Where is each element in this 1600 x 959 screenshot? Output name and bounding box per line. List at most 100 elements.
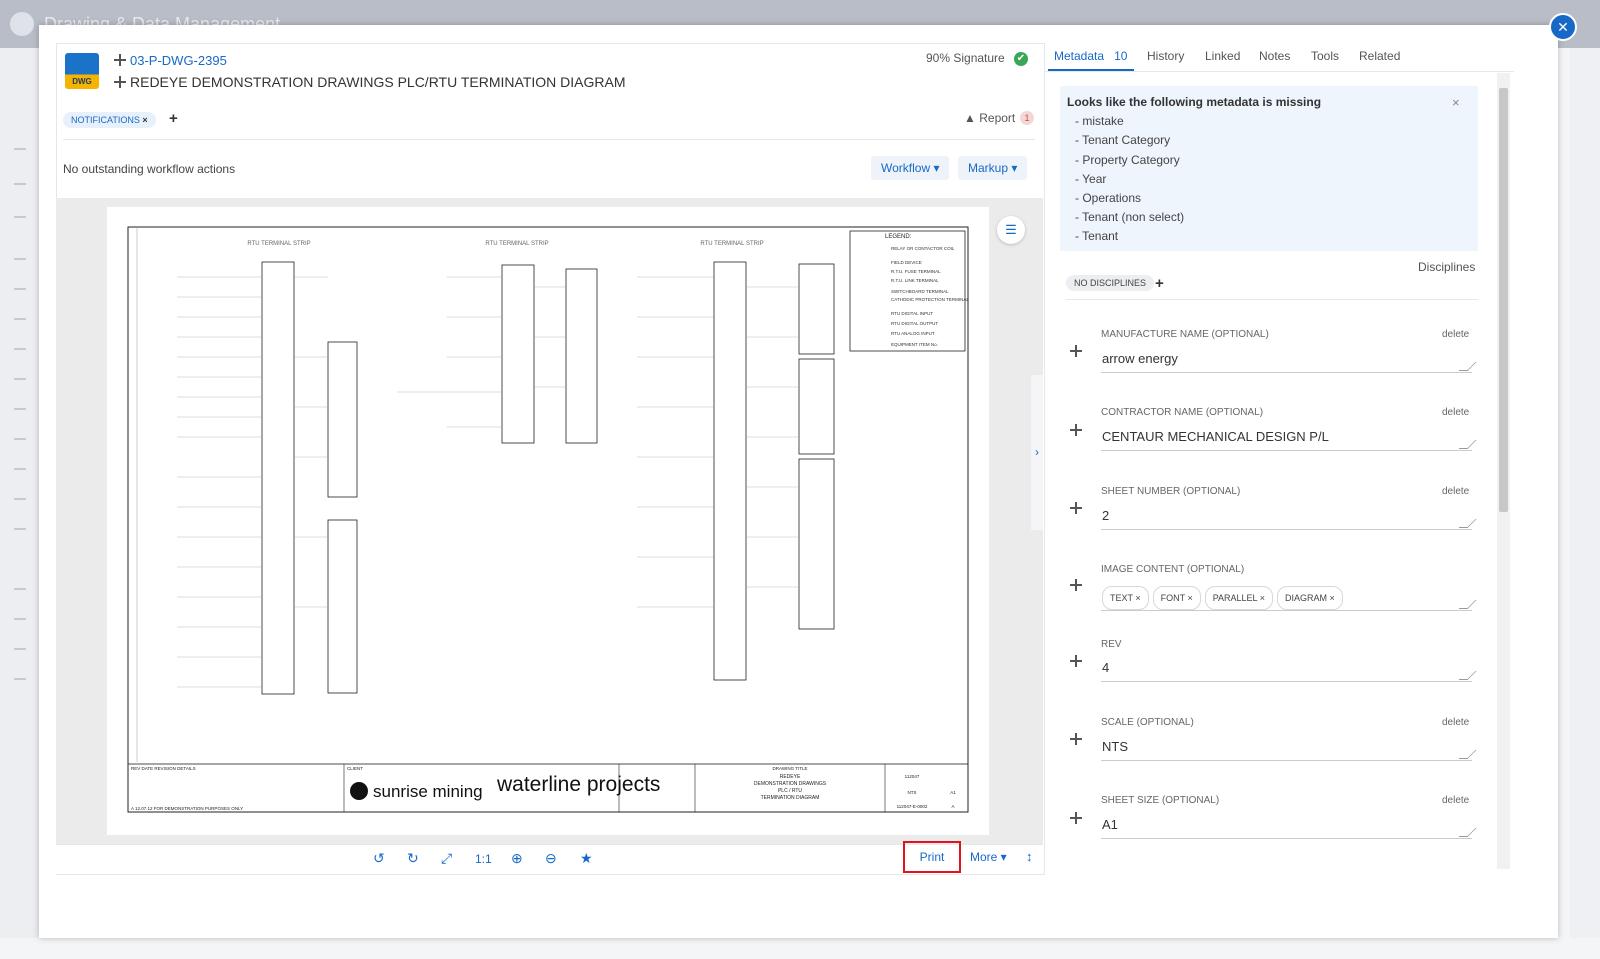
missing-item: - Tenant Category [1075,133,1171,147]
tab-metadata[interactable]: Metadata 10 [1054,49,1127,63]
add-tag-button[interactable]: + [169,110,178,127]
move-icon[interactable] [1070,345,1082,357]
sidebar-icon[interactable] [14,288,26,290]
move-icon[interactable] [1070,655,1082,667]
close-icon[interactable]: × [1452,95,1460,110]
report-button[interactable]: ▲ Report [964,111,1015,125]
sidebar-icon[interactable] [14,618,26,620]
sidebar-icon[interactable] [14,148,26,150]
contractor-name-field[interactable]: CENTAUR MECHANICAL DESIGN P/L [1101,428,1477,451]
zoom-in-icon[interactable]: ⊕ [511,850,523,867]
sidebar-icon[interactable] [14,528,26,530]
app-footer [0,938,1600,959]
move-icon[interactable] [1070,733,1082,745]
scale-field[interactable]: NTS [1101,738,1477,761]
delete-link[interactable]: delete [1442,329,1469,340]
chevron-right-icon[interactable]: › [1031,375,1043,530]
sidebar-icon[interactable] [14,468,26,470]
move-icon[interactable] [1070,812,1082,824]
sidebar-icon[interactable] [14,183,26,185]
print-button[interactable]: Print [903,841,961,873]
divider [1066,299,1478,300]
drawing-sheet[interactable]: RTU TERMINAL STRIP RTU TERMINAL STRIP RT… [107,207,989,835]
drawing-title-line: DEMONSTRATION DRAWINGS [754,781,827,787]
alert-heading: Looks like the following metadata is mis… [1067,95,1322,109]
tab-related[interactable]: Related [1359,49,1400,63]
tag-chip[interactable]: NOTIFICATIONS × [63,110,156,128]
legend-item: R.T.U. LINK TERMINAL [891,278,939,283]
gear-icon[interactable] [10,12,34,36]
sidebar-icon[interactable] [14,648,26,650]
revision-row: A 12.07.12 FOR DEMONSTRATION PURPOSES ON… [131,806,243,811]
tab-linked[interactable]: Linked [1205,49,1240,63]
move-icon[interactable] [1070,579,1082,591]
field-label: REV [1101,639,1122,650]
tab-tools[interactable]: Tools [1311,49,1339,63]
content-tag[interactable]: PARALLEL × [1204,586,1273,610]
tab-history[interactable]: History [1147,49,1184,63]
tab-notes[interactable]: Notes [1259,49,1290,63]
move-icon[interactable] [1070,424,1082,436]
divider [63,139,1035,140]
missing-item: - Property Category [1075,153,1180,167]
fit-icon[interactable]: ⤢ [441,850,452,867]
legend-item: CATHODIC PROTECTION TERMINAL [891,297,969,302]
content-tag[interactable]: FONT × [1152,586,1201,610]
delete-link[interactable]: delete [1442,407,1469,418]
content-tag[interactable]: TEXT × [1102,586,1149,610]
content-tag[interactable]: DIAGRAM × [1277,586,1343,610]
sunrise-logo-icon [350,782,368,800]
sidebar-icon[interactable] [14,378,26,380]
sidebar-icon[interactable] [14,258,26,260]
delete-link[interactable]: delete [1442,795,1469,806]
drawing-title-label: DRAWING TITLE [772,766,807,771]
sidebar-icon[interactable] [14,678,26,680]
image-content-field[interactable]: TEXT × FONT × PARALLEL × DIAGRAM × [1101,586,1477,611]
rotate-right-icon[interactable]: ↻ [407,850,419,867]
delete-link[interactable]: delete [1442,717,1469,728]
add-discipline-button[interactable]: + [1155,275,1164,292]
legend-item: SWITCHBOARD TERMINAL [891,289,949,294]
document-number[interactable]: 03-P-DWG-2395 [114,53,227,68]
more-dropdown[interactable]: More ▾ [970,850,1007,864]
workflow-message: No outstanding workflow actions [63,162,236,176]
actual-size-button[interactable]: 1:1 [475,852,492,866]
sheet-number-field[interactable]: 2 [1101,507,1477,530]
manufacture-name-field[interactable]: arrow energy [1101,350,1477,373]
move-icon[interactable] [1070,502,1082,514]
legend-item: FIELD DEVICE [891,260,922,265]
report-count-badge: 1 [1020,111,1034,125]
sheet-size-field[interactable]: A1 [1101,816,1477,839]
field-label: SCALE (OPTIONAL) [1101,717,1194,728]
workflow-dropdown[interactable]: Workflow ▾ [871,156,950,180]
list-icon[interactable]: ☰ [997,216,1025,244]
tag-label: NOTIFICATIONS [71,115,140,125]
brand-logo: waterline projects [496,773,660,796]
field-label: IMAGE CONTENT (OPTIONAL) [1101,564,1245,575]
client-label: CLIENT [347,766,363,771]
markup-dropdown[interactable]: Markup ▾ [958,156,1028,180]
star-icon[interactable]: ★ [580,850,593,867]
close-icon[interactable]: ✕ [1549,13,1577,41]
sidebar-icon[interactable] [14,588,26,590]
sidebar-icon[interactable] [14,216,26,218]
rev-field[interactable]: 4 [1101,659,1477,682]
legend-item: R.T.U. FUSE TERMINAL [891,269,941,274]
vertical-expand-icon[interactable]: ↕ [1026,849,1033,864]
sidebar-icon[interactable] [14,348,26,350]
drawing-title-line: TERMINATION DIAGRAM [761,795,820,801]
workflow-status: 90% Signature [926,51,1005,65]
disciplines-label: Disciplines [1418,260,1476,274]
disciplines-chip[interactable]: NO DISCIPLINES [1066,275,1155,291]
sidebar-icon[interactable] [14,408,26,410]
sidebar-icon[interactable] [14,318,26,320]
scrollbar-thumb[interactable] [1499,88,1508,512]
rotate-left-icon[interactable]: ↺ [373,850,385,867]
delete-link[interactable]: delete [1442,486,1469,497]
zoom-out-icon[interactable]: ⊖ [545,850,557,867]
remove-tag-icon[interactable]: × [142,115,147,125]
missing-item: - Tenant (non select) [1075,210,1185,224]
sidebar-icon[interactable] [14,498,26,500]
sidebar-icon[interactable] [14,438,26,440]
client-name: sunrise mining [373,782,483,801]
